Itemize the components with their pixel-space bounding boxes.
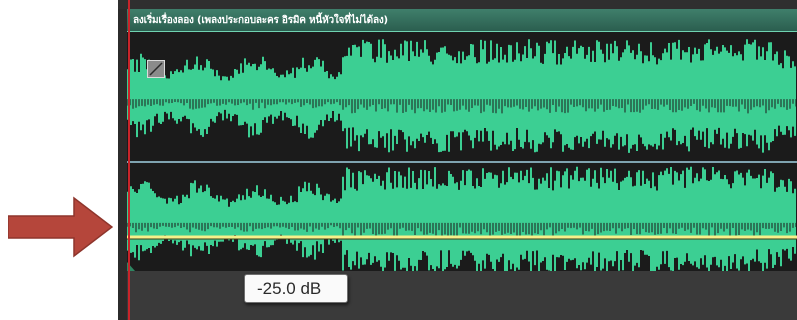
audio-clip[interactable]: ลงเริ่มเรื่องลอง (เพลงประกอบละคร อิรมิค … bbox=[127, 9, 797, 271]
clip-header[interactable]: ลงเริ่มเรื่องลอง (เพลงประกอบละคร อิรมิค … bbox=[127, 9, 797, 32]
volume-tooltip: -25.0 dB bbox=[244, 274, 348, 303]
waveform-body bbox=[127, 166, 796, 271]
waveform-channel-right bbox=[127, 166, 797, 271]
waveform-body bbox=[127, 39, 796, 153]
waveform-channel-left bbox=[127, 39, 797, 153]
empty-track-lane[interactable] bbox=[127, 271, 797, 320]
waveform[interactable] bbox=[127, 32, 797, 271]
audio-editor: ลงเริ่มเรื่องลอง (เพลงประกอบละคร อิรมิค … bbox=[118, 0, 797, 320]
fade-handle-icon[interactable] bbox=[147, 60, 165, 78]
clip-title: ลงเริ่มเรื่องลอง (เพลงประกอบละคร อิรมิค … bbox=[133, 15, 388, 26]
editor-topbar bbox=[118, 0, 797, 9]
annotation-arrow bbox=[8, 196, 113, 258]
playhead[interactable] bbox=[128, 0, 130, 320]
